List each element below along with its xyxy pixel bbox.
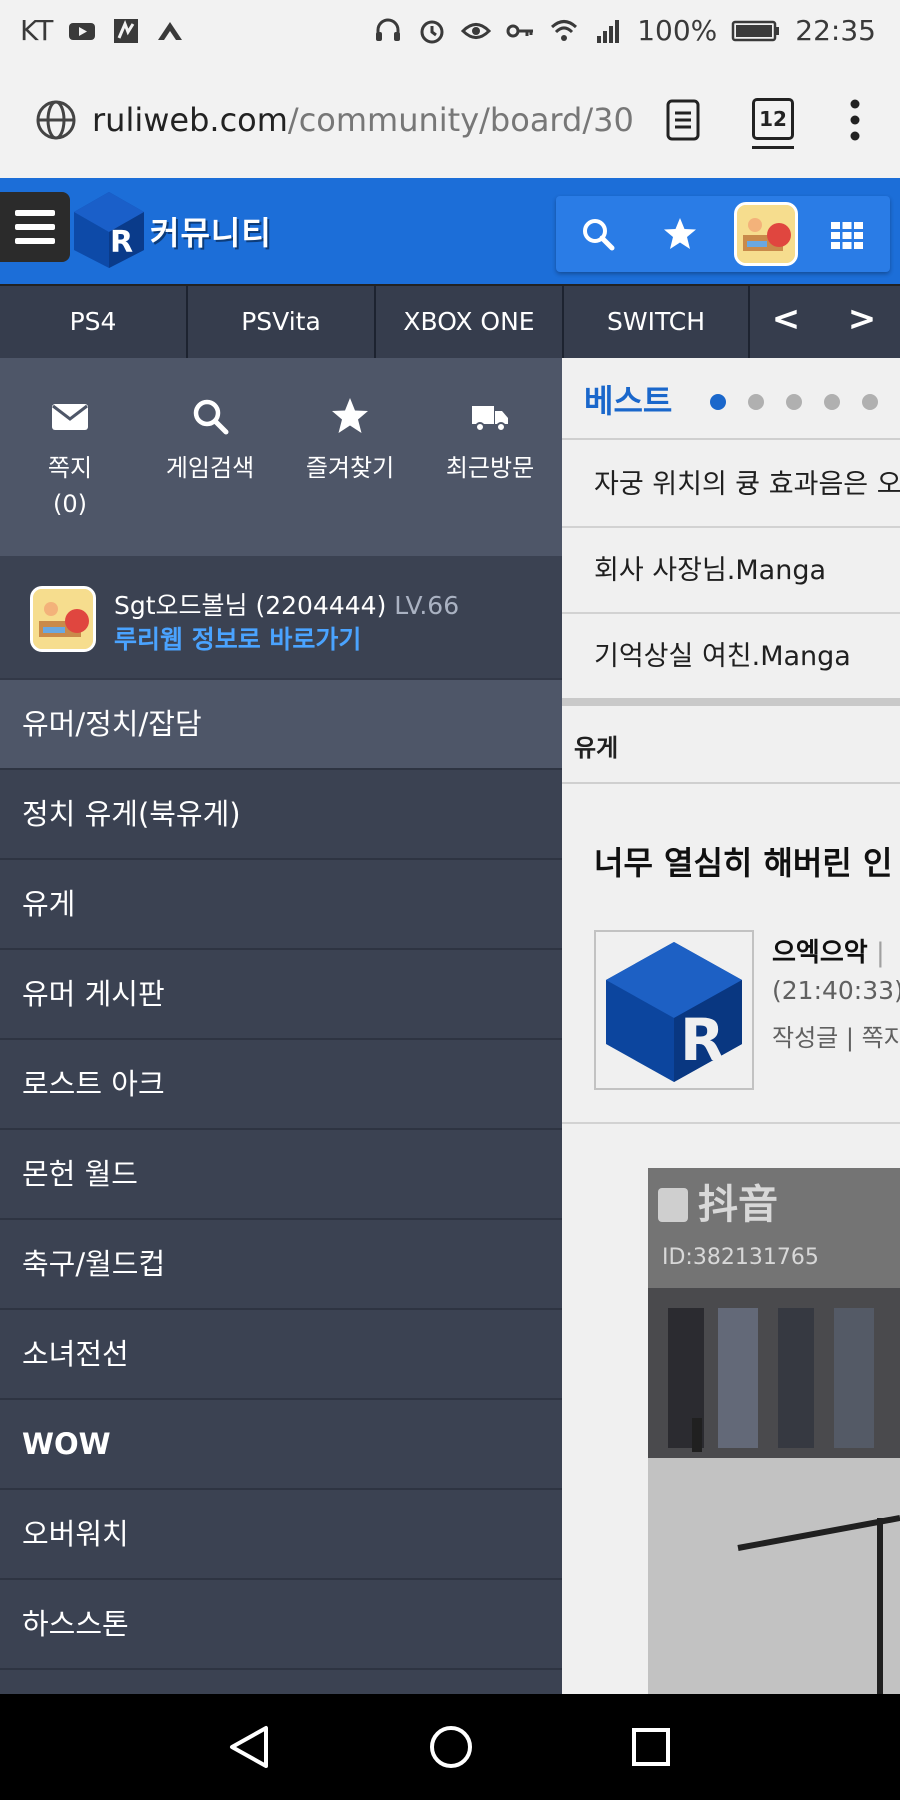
user-avatar[interactable] bbox=[734, 202, 798, 266]
drawer-menu: 유머/정치/잡담 정치 유게(북유게) 유게 유머 게시판 로스트 아크 몬헌 … bbox=[0, 680, 562, 1670]
platform-tab-xbox-one[interactable]: XBOX ONE bbox=[376, 286, 564, 358]
mountain-icon bbox=[158, 21, 183, 40]
quick-game-search[interactable]: 게임검색 bbox=[140, 396, 280, 486]
youtube-icon bbox=[69, 22, 96, 40]
section-title[interactable]: 커뮤니티 bbox=[150, 208, 272, 254]
drawer-menu-item-humor-board[interactable]: 유머 게시판 bbox=[0, 950, 562, 1040]
drawer-user-level: LV.66 bbox=[394, 591, 460, 620]
quick-messages[interactable]: 쪽지 (0) bbox=[0, 396, 140, 522]
tabs-underline bbox=[752, 146, 794, 149]
headset-icon bbox=[376, 18, 401, 41]
truck-icon bbox=[472, 406, 508, 432]
drawer-menu-item-humor-politics[interactable]: 유머/정치/잡담 bbox=[0, 680, 562, 770]
drawer-menu-item-hearthstone[interactable]: 하스스톤 bbox=[0, 1580, 562, 1670]
quick-messages-label: 쪽지 bbox=[47, 454, 93, 482]
drawer-menu-item-girls-frontline[interactable]: 소녀전선 bbox=[0, 1310, 562, 1400]
platform-tab-ps4[interactable]: PS4 bbox=[0, 286, 188, 358]
status-left: KT bbox=[20, 14, 185, 47]
clock: 22:35 bbox=[795, 14, 876, 47]
globe-icon[interactable] bbox=[34, 98, 78, 142]
mail-icon bbox=[52, 404, 88, 430]
platform-prev-button[interactable]: < bbox=[756, 286, 816, 358]
drawer-menu-item-lost-ark[interactable]: 로스트 아크 bbox=[0, 1040, 562, 1130]
star-icon[interactable] bbox=[662, 216, 698, 252]
app-notification-icon bbox=[114, 18, 139, 43]
quick-recent-visits[interactable]: 최근방문 bbox=[420, 396, 560, 486]
drawer-menu-item-politics-board[interactable]: 정치 유게(북유게) bbox=[0, 770, 562, 860]
battery-icon bbox=[732, 20, 780, 41]
key-icon bbox=[506, 24, 534, 37]
drawer-menu-item-football[interactable]: 축구/월드컵 bbox=[0, 1220, 562, 1310]
platform-tab-switch[interactable]: SWITCH bbox=[564, 286, 750, 358]
drawer-menu-item-yuge[interactable]: 유게 bbox=[0, 860, 562, 950]
system-nav-bar bbox=[0, 1694, 900, 1800]
quick-game-search-label: 게임검색 bbox=[165, 454, 255, 482]
drawer-user-avatar[interactable] bbox=[30, 586, 96, 652]
platform-next-button[interactable]: > bbox=[832, 286, 892, 358]
drawer-quick-actions: 쪽지 (0) 게임검색 즐겨찾기 최근방문 bbox=[0, 358, 562, 556]
drawer-menu-item-wow[interactable]: WOW bbox=[0, 1400, 562, 1490]
drawer-menu-item-monster-hunter-world[interactable]: 몬헌 월드 bbox=[0, 1130, 562, 1220]
alarm-icon bbox=[420, 20, 444, 43]
quick-messages-count: (0) bbox=[53, 490, 87, 518]
search-icon bbox=[193, 399, 229, 435]
platform-tab-psvita[interactable]: PSVita bbox=[188, 286, 376, 358]
side-drawer: 쪽지 (0) 게임검색 즐겨찾기 최근방문 Sgt오드볼님 (2204444) … bbox=[0, 358, 562, 1694]
search-icon[interactable] bbox=[580, 216, 616, 252]
drawer-user-name: Sgt오드볼님 (2204444) LV.66 bbox=[114, 591, 460, 620]
url-field[interactable]: ruliweb.com/community/board/300 bbox=[92, 98, 632, 142]
svg-text:R: R bbox=[110, 225, 133, 260]
battery-percent: 100% bbox=[637, 14, 718, 47]
signal-icon bbox=[597, 19, 620, 43]
platform-nav: PS4 PSVita XBOX ONE SWITCH < > bbox=[0, 284, 900, 358]
url-path: /community/board/300 bbox=[287, 101, 632, 139]
quick-favorites[interactable]: 즐겨찾기 bbox=[280, 396, 420, 486]
status-bar: KT 100% 22:35 bbox=[0, 0, 900, 62]
quick-recent-visits-label: 최근방문 bbox=[445, 454, 535, 482]
back-icon[interactable] bbox=[228, 1724, 272, 1770]
drawer-menu-item-overwatch[interactable]: 오버워치 bbox=[0, 1490, 562, 1580]
ruliweb-logo-icon[interactable]: R bbox=[72, 190, 146, 270]
header-tools bbox=[556, 196, 890, 272]
home-icon[interactable] bbox=[430, 1726, 472, 1768]
ruliweb-info-link[interactable]: 루리웹 정보로 바로가기 bbox=[114, 620, 361, 656]
site-header: R 커뮤니티 bbox=[0, 178, 900, 284]
wifi-icon bbox=[551, 19, 578, 41]
tabs-button[interactable]: 12 bbox=[752, 98, 794, 140]
quick-favorites-label: 즐겨찾기 bbox=[305, 454, 395, 482]
url-host: ruliweb.com bbox=[92, 101, 288, 139]
drawer-user-info: Sgt오드볼님 (2204444) LV.66 루리웹 정보로 바로가기 bbox=[0, 556, 562, 680]
overflow-menu-icon[interactable] bbox=[848, 98, 862, 142]
carrier-label: KT bbox=[20, 14, 54, 47]
hamburger-menu-button[interactable] bbox=[0, 192, 70, 262]
browser-toolbar: ruliweb.com/community/board/300 12 bbox=[0, 62, 900, 178]
drawer-scrim[interactable] bbox=[562, 358, 900, 1694]
reader-mode-icon[interactable] bbox=[664, 98, 704, 142]
star-icon bbox=[332, 398, 368, 433]
apps-grid-icon[interactable] bbox=[830, 218, 864, 252]
recent-apps-icon[interactable] bbox=[632, 1728, 670, 1766]
status-right: 100% 22:35 bbox=[373, 14, 876, 47]
eye-icon bbox=[461, 22, 492, 39]
